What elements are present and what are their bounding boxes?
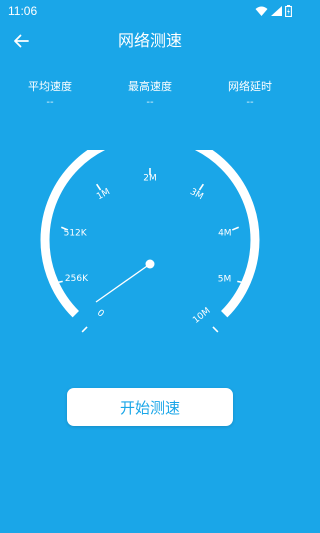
stat-value: -- [146, 97, 154, 108]
stat-label: 最高速度 [128, 80, 172, 93]
gauge-tick [231, 226, 239, 231]
gauge-scale-label: 0 [95, 308, 106, 320]
status-icons [255, 5, 292, 17]
start-test-button[interactable]: 开始测速 [67, 388, 233, 426]
page-title: 网络测速 [117, 31, 182, 50]
stat-value: -- [246, 97, 254, 108]
wifi-icon [255, 6, 268, 16]
gauge-tick [96, 183, 102, 191]
gauge-scale-labels: 0 256K 512K 1M 2M 3M 4M 5M 10M [64, 174, 232, 326]
gauge-scale-label: 256K [65, 274, 89, 284]
signal-icon [271, 6, 282, 16]
stat-label: 网络延时 [228, 80, 272, 93]
app-bar: 网络测速 [0, 22, 300, 60]
status-bar: 11:06 [0, 0, 300, 22]
gauge-needle [95, 263, 151, 303]
battery-icon [285, 5, 292, 17]
gauge-needle-hub [145, 259, 155, 269]
stat-label: 平均速度 [28, 80, 72, 93]
gauge-tick [212, 326, 219, 333]
gauge-tick [198, 183, 204, 191]
stats-row: 平均速度 -- 最高速度 -- 网络延时 -- [0, 78, 300, 108]
gauge-scale-label: 5M [218, 274, 232, 284]
gauge-scale-label: 3M [188, 187, 205, 202]
gauge-scale-label: 4M [218, 229, 232, 239]
gauge-scale-label: 512K [64, 229, 88, 239]
stat-max-speed: 最高速度 -- [105, 78, 195, 108]
stat-average-speed: 平均速度 -- [5, 78, 95, 108]
speed-gauge: 0 256K 512K 1M 2M 3M 4M 5M 10M [40, 150, 260, 333]
gauge-ticks [55, 168, 245, 333]
stat-latency: 网络延时 -- [205, 78, 295, 108]
status-time: 11:06 [8, 4, 38, 18]
gauge-scale-label: 1M [95, 187, 112, 202]
gauge-scale-label: 2M [143, 174, 157, 184]
gauge-scale-label: 10M [191, 306, 212, 326]
gauge-tick [81, 326, 88, 333]
stat-value: -- [46, 97, 54, 108]
